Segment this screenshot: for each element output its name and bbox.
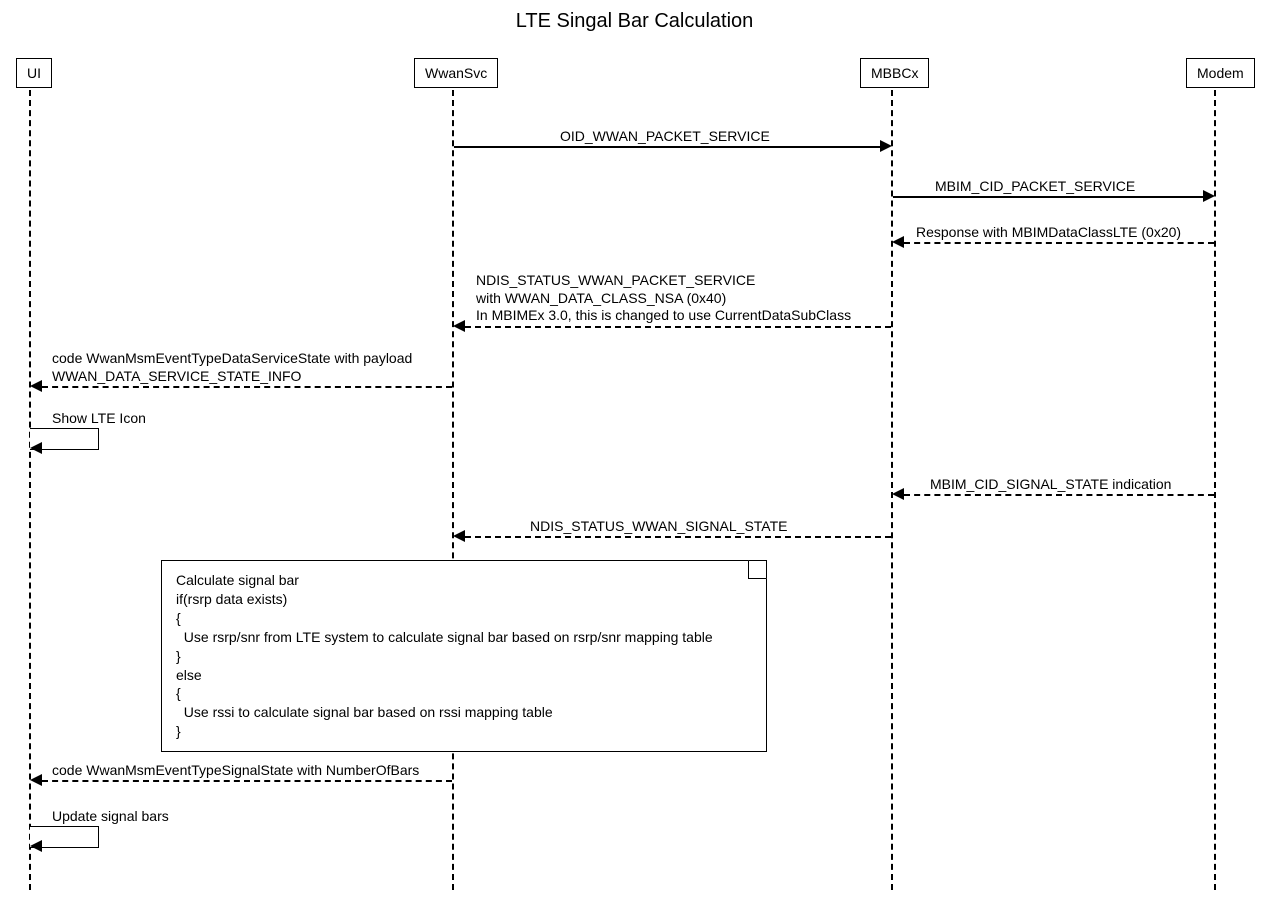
msg-ndis-packet-service-l2: with WWAN_DATA_CLASS_NSA (0x40): [476, 290, 851, 308]
note-calculate-signal-bar: Calculate signal bar if(rsrp data exists…: [161, 560, 767, 752]
msg-mbim-cid-packet-service: MBIM_CID_PACKET_SERVICE: [935, 178, 1135, 194]
arrow-m1: [454, 146, 880, 148]
arrowhead-m9: [30, 774, 42, 786]
msg-ndis-packet-service: NDIS_STATUS_WWAN_PACKET_SERVICE with WWA…: [476, 272, 851, 325]
actor-mbbcx: MBBCx: [860, 58, 929, 88]
arrowhead-m3: [892, 236, 904, 248]
msg-show-lte-icon: Show LTE Icon: [52, 410, 146, 426]
actor-wwansvc: WwanSvc: [414, 58, 498, 88]
arrowhead-m5: [30, 380, 42, 392]
arrowhead-m7: [892, 488, 904, 500]
lifeline-modem: [1214, 90, 1216, 890]
msg-mbim-signal-state: MBIM_CID_SIGNAL_STATE indication: [930, 476, 1171, 492]
actor-ui: UI: [16, 58, 52, 88]
msg-ndis-packet-service-l1: NDIS_STATUS_WWAN_PACKET_SERVICE: [476, 272, 851, 290]
msg-data-service-state-l1: code WwanMsmEventTypeDataServiceState wi…: [52, 350, 412, 368]
arrow-m8: [465, 536, 891, 538]
arrowhead-m10: [30, 840, 42, 852]
diagram-title: LTE Singal Bar Calculation: [0, 10, 1269, 33]
arrowhead-m6: [30, 442, 42, 454]
arrowhead-m8: [453, 530, 465, 542]
arrowhead-m1: [880, 140, 892, 152]
arrowhead-m2: [1203, 190, 1215, 202]
arrow-m5: [42, 386, 452, 388]
note-l4: Use rsrp/snr from LTE system to calculat…: [176, 628, 752, 647]
arrow-m7: [904, 494, 1214, 496]
arrow-m9: [42, 780, 452, 782]
arrow-m3: [904, 242, 1214, 244]
note-l6: else: [176, 666, 752, 685]
msg-ndis-packet-service-l3: In MBIMEx 3.0, this is changed to use Cu…: [476, 307, 851, 325]
note-l1: Calculate signal bar: [176, 571, 752, 590]
msg-response-lte: Response with MBIMDataClassLTE (0x20): [916, 224, 1181, 240]
msg-oid-packet-service: OID_WWAN_PACKET_SERVICE: [560, 128, 770, 144]
msg-data-service-state: code WwanMsmEventTypeDataServiceState wi…: [52, 350, 412, 385]
sequence-diagram: LTE Singal Bar Calculation UI WwanSvc MB…: [0, 0, 1269, 902]
note-l2: if(rsrp data exists): [176, 590, 752, 609]
lifeline-ui: [29, 90, 31, 890]
note-l8: Use rssi to calculate signal bar based o…: [176, 703, 752, 722]
note-fold-icon: [748, 560, 767, 579]
msg-update-signal-bars: Update signal bars: [52, 808, 169, 824]
note-l9: }: [176, 722, 752, 741]
arrowhead-m4: [453, 320, 465, 332]
arrow-m2: [893, 196, 1203, 198]
msg-data-service-state-l2: WWAN_DATA_SERVICE_STATE_INFO: [52, 368, 412, 386]
actor-modem: Modem: [1186, 58, 1255, 88]
arrow-m4: [465, 326, 891, 328]
msg-ndis-signal-state: NDIS_STATUS_WWAN_SIGNAL_STATE: [530, 518, 788, 534]
msg-signal-state-bars: code WwanMsmEventTypeSignalState with Nu…: [52, 762, 419, 778]
note-l5: }: [176, 647, 752, 666]
note-l7: {: [176, 684, 752, 703]
note-l3: {: [176, 609, 752, 628]
lifeline-wwansvc: [452, 90, 454, 890]
